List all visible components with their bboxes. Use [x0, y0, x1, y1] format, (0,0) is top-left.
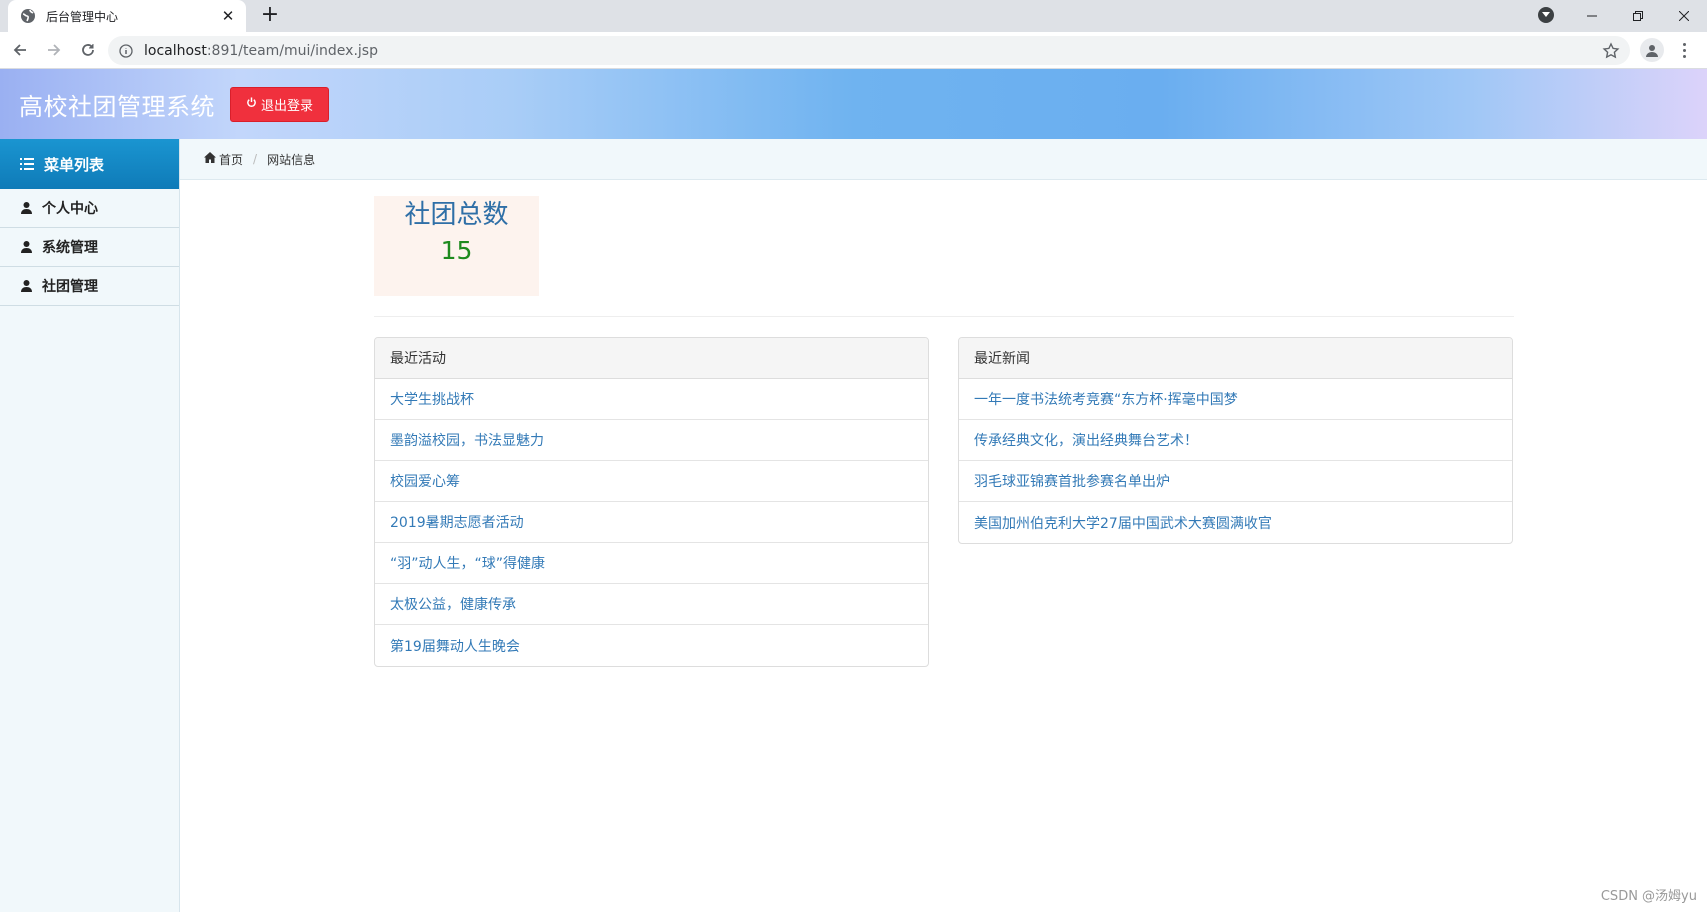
user-icon: [21, 280, 32, 292]
address-bar[interactable]: localhost:891/team/mui/index.jsp: [108, 36, 1630, 65]
tab-close-icon[interactable]: ✕: [220, 8, 236, 24]
recent-activities-title: 最近活动: [375, 338, 928, 379]
breadcrumb-separator: /: [253, 152, 258, 166]
browser-toolbar: localhost:891/team/mui/index.jsp: [0, 32, 1707, 69]
bookmark-star-icon[interactable]: [1602, 42, 1620, 60]
breadcrumb-home-label: 首页: [219, 152, 244, 167]
activity-link[interactable]: 校园爱心筹: [375, 461, 928, 502]
watermark: CSDN @汤姆yu: [1600, 889, 1697, 904]
reload-icon[interactable]: [74, 36, 102, 64]
browser-tabstrip: 后台管理中心 ✕ +: [0, 0, 1707, 32]
recent-activities-panel: 最近活动 大学生挑战杯 墨韵溢校园，书法显魅力 校园爱心筹 2019暑期志愿者活…: [374, 337, 929, 667]
browser-tab[interactable]: 后台管理中心 ✕: [8, 0, 246, 32]
menu-title-bar: 菜单列表: [0, 139, 179, 189]
url-path: :891/team/mui/index.jsp: [206, 42, 378, 59]
activity-link[interactable]: 太极公益，健康传承: [375, 584, 928, 625]
recent-news-panel: 最近新闻 一年一度书法统考竞赛“东方杯·挥毫中国梦 传承经典文化，演出经典舞台艺…: [958, 337, 1513, 544]
sidebar-item-system[interactable]: 系统管理: [0, 228, 179, 267]
news-link[interactable]: 美国加州伯克利大学27届中国武术大赛圆满收官: [959, 502, 1512, 543]
sidebar-item-club[interactable]: 社团管理: [0, 267, 179, 306]
breadcrumb-current: 网站信息: [267, 152, 316, 167]
tab-search-icon[interactable]: [1538, 7, 1554, 23]
window-controls: [1569, 0, 1707, 32]
sidebar: 菜单列表 个人中心 系统管理 社团管理: [0, 139, 180, 912]
power-icon: [246, 96, 257, 112]
tab-title: 后台管理中心: [46, 9, 119, 24]
sidebar-item-label: 个人中心: [42, 201, 98, 217]
news-link[interactable]: 羽毛球亚锦赛首批参赛名单出炉: [959, 461, 1512, 502]
info-icon[interactable]: [118, 43, 134, 59]
recent-news-title: 最近新闻: [959, 338, 1512, 379]
news-link[interactable]: 一年一度书法统考竞赛“东方杯·挥毫中国梦: [959, 379, 1512, 420]
breadcrumb-home[interactable]: 首页: [204, 151, 243, 168]
url-host: localhost: [144, 42, 207, 59]
browser-menu-icon[interactable]: [1676, 38, 1692, 62]
club-count-label: 社团总数: [404, 200, 509, 230]
home-icon: [204, 152, 216, 166]
profile-avatar-icon[interactable]: [1640, 38, 1664, 62]
divider: [374, 316, 1514, 317]
club-count-box: 社团总数 15: [374, 196, 539, 296]
app-title: 高校社团管理系统: [19, 92, 215, 121]
close-window-icon[interactable]: [1661, 0, 1707, 32]
back-arrow-icon[interactable]: [6, 36, 34, 64]
activity-link[interactable]: 大学生挑战杯: [375, 379, 928, 420]
user-icon: [21, 241, 32, 253]
globe-icon: [20, 8, 36, 24]
restore-icon[interactable]: [1615, 0, 1661, 32]
user-icon: [21, 202, 32, 214]
new-tab-icon[interactable]: +: [258, 4, 282, 28]
activity-link[interactable]: 2019暑期志愿者活动: [375, 502, 928, 543]
minimize-icon[interactable]: [1569, 0, 1615, 32]
activity-link[interactable]: “羽”动人生，“球”得健康: [375, 543, 928, 584]
forward-arrow-icon[interactable]: [40, 36, 68, 64]
logout-label: 退出登录: [261, 98, 314, 114]
activity-link[interactable]: 第19届舞动人生晚会: [375, 625, 928, 666]
sidebar-item-profile[interactable]: 个人中心: [0, 189, 179, 228]
news-link[interactable]: 传承经典文化，演出经典舞台艺术！: [959, 420, 1512, 461]
sidebar-item-label: 社团管理: [42, 279, 98, 295]
sidebar-item-label: 系统管理: [42, 240, 98, 256]
app-header: 高校社团管理系统 退出登录: [0, 69, 1707, 139]
menu-title: 菜单列表: [44, 155, 105, 174]
url-text: localhost:891/team/mui/index.jsp: [144, 43, 378, 59]
activity-link[interactable]: 墨韵溢校园，书法显魅力: [375, 420, 928, 461]
list-icon: [20, 158, 34, 170]
club-count-value: 15: [440, 236, 473, 265]
logout-button[interactable]: 退出登录: [230, 86, 330, 122]
breadcrumb: 首页 / 网站信息: [180, 139, 1707, 180]
